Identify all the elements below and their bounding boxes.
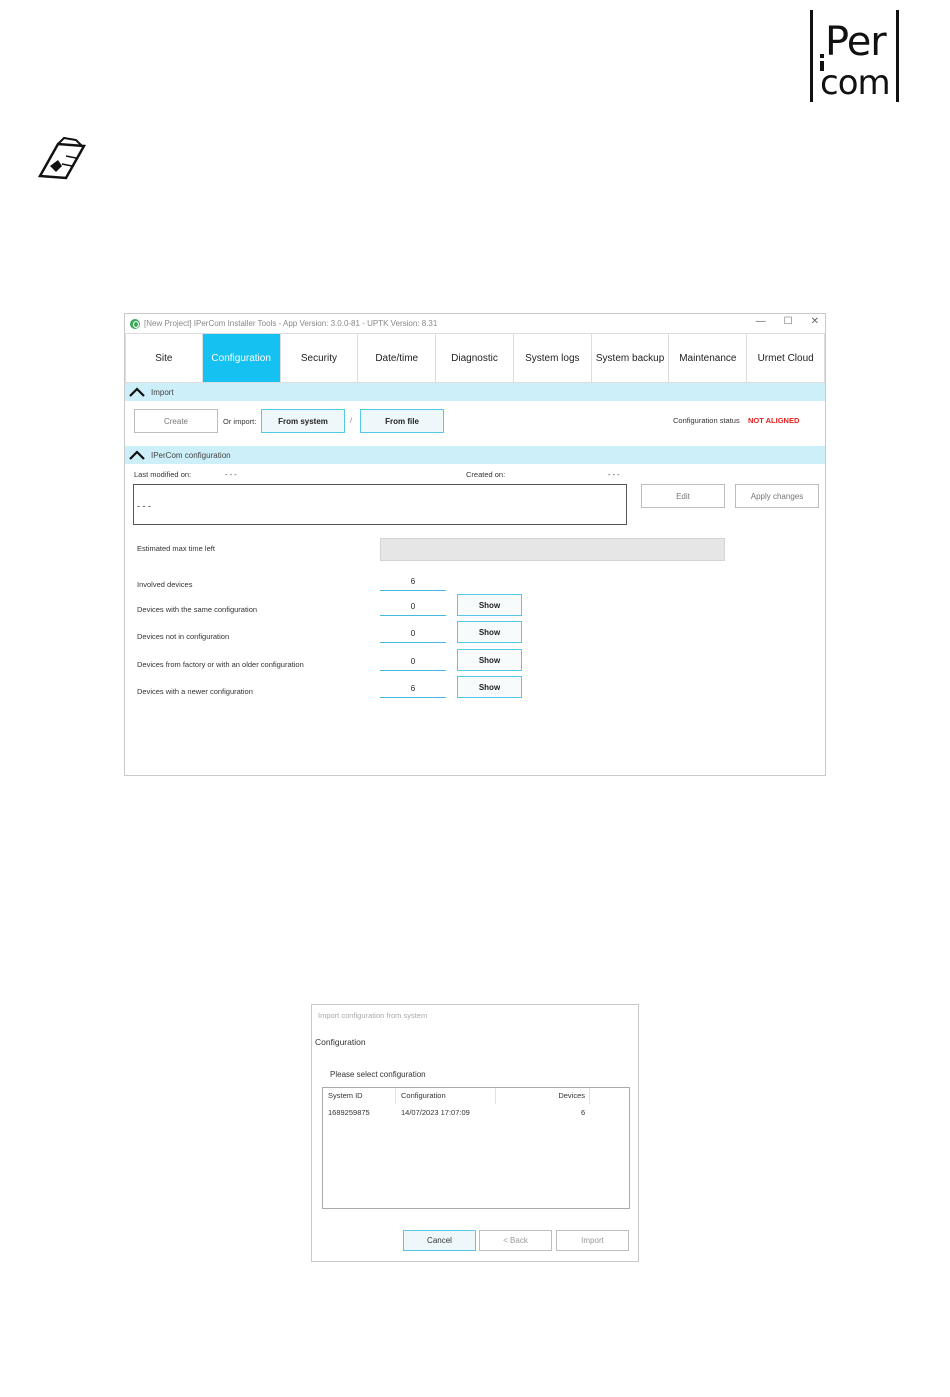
import-section-header[interactable]: Import (125, 383, 825, 401)
import-dialog: Import configuration from system Configu… (311, 1004, 639, 1262)
cell-configuration: 14/07/2023 17:07:09 (401, 1108, 470, 1117)
window-title: [New Project] IPerCom Installer Tools - … (144, 319, 438, 328)
tab-bar: Site Configuration Security Date/time Di… (125, 333, 826, 383)
last-modified-value: - - - (225, 470, 237, 479)
same-config-value: 0 (380, 600, 446, 616)
maximize-icon[interactable]: ☐ (784, 316, 793, 327)
minimize-icon[interactable]: — (756, 316, 766, 327)
estimated-time-label: Estimated max time left (137, 544, 215, 553)
last-modified-label: Last modified on: (134, 470, 192, 479)
progress-bar (380, 538, 725, 561)
column-header-system-id[interactable]: System ID (328, 1088, 396, 1104)
dialog-prompt: Please select configuration (330, 1070, 426, 1079)
involved-devices-value: 6 (380, 575, 446, 591)
cancel-button[interactable]: Cancel (403, 1230, 476, 1251)
dialog-title: Import configuration from system (318, 1011, 428, 1020)
import-button[interactable]: Import (556, 1230, 629, 1251)
same-config-label: Devices with the same configuration (137, 605, 258, 614)
not-in-config-label: Devices not in configuration (137, 632, 230, 641)
note-hand-icon (37, 136, 87, 180)
tab-urmet-cloud[interactable]: Urmet Cloud (747, 334, 826, 382)
column-header-configuration[interactable]: Configuration (401, 1088, 496, 1104)
created-on-value: - - - (608, 470, 620, 479)
show-same-config-button[interactable]: Show (457, 594, 522, 616)
older-config-value: 0 (380, 655, 446, 671)
from-system-button[interactable]: From system (261, 409, 345, 433)
tab-system-backup[interactable]: System backup (592, 334, 670, 382)
configuration-status-label: Configuration status (673, 416, 740, 425)
or-import-label: Or import: (223, 417, 257, 426)
config-section-header[interactable]: IPerCom configuration (125, 446, 825, 464)
tab-maintenance[interactable]: Maintenance (669, 334, 748, 382)
chevron-up-icon[interactable] (129, 387, 145, 397)
import-section-title: Import (151, 387, 174, 397)
create-button[interactable]: Create (134, 409, 218, 433)
chevron-up-icon[interactable] (129, 450, 145, 460)
slash-separator: / (350, 416, 353, 425)
show-newer-config-button[interactable]: Show (457, 676, 522, 698)
older-config-label: Devices from factory or with an older co… (137, 660, 304, 669)
edit-button[interactable]: Edit (641, 484, 725, 508)
show-older-config-button[interactable]: Show (457, 649, 522, 671)
tab-site[interactable]: Site (125, 334, 203, 382)
not-in-config-value: 0 (380, 627, 446, 643)
apply-changes-button[interactable]: Apply changes (735, 484, 819, 508)
configuration-table: System ID Configuration Devices 16892598… (322, 1087, 630, 1209)
from-file-button[interactable]: From file (360, 409, 444, 433)
logo-text-top: Per (825, 19, 887, 65)
tab-diagnostic[interactable]: Diagnostic (436, 334, 514, 382)
tab-date-time[interactable]: Date/time (358, 334, 437, 382)
tab-security[interactable]: Security (281, 334, 359, 382)
dialog-heading: Configuration (315, 1037, 366, 1047)
newer-config-value: 6 (380, 682, 446, 698)
app-window: [New Project] IPerCom Installer Tools - … (124, 313, 826, 776)
tab-system-logs[interactable]: System logs (514, 334, 592, 382)
config-section-title: IPerCom configuration (151, 450, 231, 460)
close-icon[interactable]: ✕ (811, 316, 819, 327)
created-on-label: Created on: (466, 470, 506, 479)
involved-devices-label: Involved devices (137, 580, 193, 589)
newer-config-label: Devices with a newer configuration (137, 687, 253, 696)
column-header-devices[interactable]: Devices (496, 1088, 590, 1104)
app-logo-icon (130, 318, 140, 329)
back-button[interactable]: < Back (479, 1230, 552, 1251)
ipercom-logo: Per com (808, 10, 902, 104)
cell-devices: 6 (581, 1108, 586, 1117)
tab-configuration[interactable]: Configuration (202, 334, 281, 382)
configuration-description[interactable]: - - - (133, 484, 627, 525)
cell-system-id: 1689259875 (328, 1108, 370, 1117)
title-bar: [New Project] IPerCom Installer Tools - … (125, 314, 825, 333)
show-not-in-config-button[interactable]: Show (457, 621, 522, 643)
logo-text-bottom: com (820, 63, 891, 103)
configuration-status-value: NOT ALIGNED (748, 416, 800, 425)
